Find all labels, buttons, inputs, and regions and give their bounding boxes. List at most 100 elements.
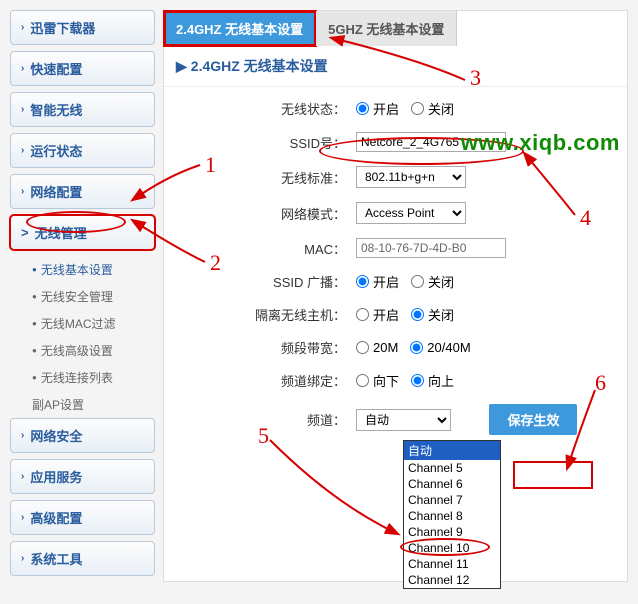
dropdown-option[interactable]: Channel 9 <box>404 524 500 540</box>
chevron-right-icon: › <box>21 63 24 74</box>
tabs: 2.4GHZ 无线基本设置 5GHZ 无线基本设置 <box>164 11 627 46</box>
sidebar-item-wireless[interactable]: > 无线管理 <box>10 215 155 250</box>
sidebar-sub-subap[interactable]: 副AP设置 <box>10 391 155 418</box>
radio-chbind-down[interactable]: 向下 <box>356 371 399 390</box>
tab-5ghz[interactable]: 5GHZ 无线基本设置 <box>316 11 457 46</box>
sidebar-item-appservice[interactable]: › 应用服务 <box>10 459 155 494</box>
sidebar-item-security[interactable]: ›网络安全 <box>10 418 155 453</box>
radio-input[interactable] <box>356 341 369 354</box>
section-title: ▶2.4GHZ 无线基本设置 <box>164 46 627 87</box>
section-title-text: 2.4GHZ 无线基本设置 <box>191 58 328 74</box>
radio-label: 20M <box>373 340 398 355</box>
radio-input[interactable] <box>356 374 369 387</box>
sidebar-item-advconfig[interactable]: ›高级配置 <box>10 500 155 535</box>
radio-label: 关闭 <box>428 99 454 118</box>
bullet-icon: ● <box>32 319 37 328</box>
chevron-right-icon: › <box>21 553 24 564</box>
sidebar: ›迅雷下载器 ›快速配置 ›智能无线 ›运行状态 ›网络配置 >无线管理 ●无线… <box>10 10 155 582</box>
radio-input[interactable] <box>356 275 369 288</box>
radio-input[interactable] <box>411 275 424 288</box>
label-bandwidth: 频段带宽： <box>176 338 356 357</box>
dropdown-option-auto[interactable]: 自动 <box>404 441 500 460</box>
sidebar-sub-macfilter[interactable]: ● 无线MAC过滤 <box>10 310 155 337</box>
sidebar-sub-advanced[interactable]: ● 无线高级设置 <box>10 337 155 364</box>
dropdown-option[interactable]: Channel 7 <box>404 492 500 508</box>
radio-label: 关闭 <box>428 272 454 291</box>
sidebar-item-system[interactable]: › 系统工具 <box>10 541 155 576</box>
mac-input <box>356 238 506 258</box>
sidebar-sub-label: 无线高级设置 <box>41 342 113 359</box>
radio-label: 开启 <box>373 305 399 324</box>
dropdown-option[interactable]: Channel 6 <box>404 476 500 492</box>
sidebar-sub-label: 无线安全管理 <box>41 288 113 305</box>
radio-input[interactable] <box>411 308 424 321</box>
sidebar-sub-label: 无线MAC过滤 <box>41 315 116 332</box>
label-ssid-broadcast: SSID 广播： <box>176 272 356 291</box>
tab-24ghz[interactable]: 2.4GHZ 无线基本设置 <box>164 11 316 46</box>
bullet-icon: ● <box>32 265 37 274</box>
sidebar-label: 网络配置 <box>30 182 82 201</box>
label-standard: 无线标准： <box>176 168 356 187</box>
sidebar-item-smartwireless[interactable]: ›智能无线 <box>10 92 155 127</box>
radio-label: 向下 <box>373 371 399 390</box>
chevron-right-icon: › <box>21 512 24 523</box>
tab-label: 5GHZ 无线基本设置 <box>328 22 444 37</box>
dropdown-option[interactable]: Channel 5 <box>404 460 500 476</box>
save-label: 保存生效 <box>507 413 559 428</box>
tab-label: 2.4GHZ 无线基本设置 <box>176 22 303 37</box>
sidebar-item-quickconfig[interactable]: ›快速配置 <box>10 51 155 86</box>
label-channel: 频道： <box>176 410 356 429</box>
form-body: 无线状态： 开启 关闭 SSID号： 无线标准： 802.11b+g+n 网络模… <box>164 87 627 461</box>
sidebar-label: 运行状态 <box>30 141 82 160</box>
radio-wireless-off[interactable]: 关闭 <box>411 99 454 118</box>
radio-input[interactable] <box>356 308 369 321</box>
sidebar-item-xunlei[interactable]: ›迅雷下载器 <box>10 10 155 45</box>
sidebar-sub-connlist[interactable]: ●无线连接列表 <box>10 364 155 391</box>
label-isolation: 隔离无线主机： <box>176 305 356 324</box>
caret-right-icon: ▶ <box>176 58 187 74</box>
dropdown-option[interactable]: Channel 12 <box>404 572 500 588</box>
sidebar-label: 无线管理 <box>35 223 87 242</box>
radio-bw-2040[interactable]: 20/40M <box>410 340 470 355</box>
radio-isolation-off[interactable]: 关闭 <box>411 305 454 324</box>
radio-isolation-on[interactable]: 开启 <box>356 305 399 324</box>
label-channelbind: 频道绑定： <box>176 371 356 390</box>
main-panel: 2.4GHZ 无线基本设置 5GHZ 无线基本设置 ▶2.4GHZ 无线基本设置… <box>163 10 628 582</box>
sidebar-sub-basic[interactable]: ●无线基本设置 <box>10 256 155 283</box>
bullet-icon: ● <box>32 373 37 382</box>
ssid-input[interactable] <box>356 132 506 152</box>
channel-select[interactable]: 自动 <box>356 409 451 431</box>
radio-input[interactable] <box>411 102 424 115</box>
radio-wireless-on[interactable]: 开启 <box>356 99 399 118</box>
radio-broadcast-off[interactable]: 关闭 <box>411 272 454 291</box>
radio-bw-20[interactable]: 20M <box>356 340 398 355</box>
label-ssid: SSID号： <box>176 133 356 152</box>
sidebar-sub-label: 副AP设置 <box>32 396 84 413</box>
radio-input[interactable] <box>411 374 424 387</box>
radio-chbind-up[interactable]: 向上 <box>411 371 454 390</box>
chevron-right-icon: › <box>21 22 24 33</box>
radio-input[interactable] <box>410 341 423 354</box>
dropdown-option[interactable]: Channel 10 <box>404 540 500 556</box>
radio-broadcast-on[interactable]: 开启 <box>356 272 399 291</box>
chevron-right-icon: › <box>21 430 24 441</box>
chevron-right-icon: › <box>21 186 24 197</box>
radio-label: 开启 <box>373 99 399 118</box>
sidebar-label: 系统工具 <box>30 549 82 568</box>
sidebar-label: 应用服务 <box>30 467 82 486</box>
mode-select[interactable]: Access Point <box>356 202 466 224</box>
sidebar-item-network[interactable]: › 网络配置 <box>10 174 155 209</box>
radio-input[interactable] <box>356 102 369 115</box>
channel-dropdown[interactable]: 自动 Channel 5 Channel 6 Channel 7 Channel… <box>403 440 501 589</box>
save-button[interactable]: 保存生效 <box>489 404 577 435</box>
sidebar-sub-security[interactable]: ●无线安全管理 <box>10 283 155 310</box>
chevron-right-icon: › <box>21 145 24 156</box>
dropdown-option200[interactable]: Channel 8 <box>404 508 500 524</box>
chevron-right-icon: › <box>21 471 24 482</box>
standard-select[interactable]: 802.11b+g+n <box>356 166 466 188</box>
bullet-icon: ● <box>32 346 37 355</box>
active-prefix: > <box>21 225 29 240</box>
radio-label: 关闭 <box>428 305 454 324</box>
dropdown-option[interactable]: Channel 11 <box>404 556 500 572</box>
sidebar-item-status[interactable]: › 运行状态 <box>10 133 155 168</box>
